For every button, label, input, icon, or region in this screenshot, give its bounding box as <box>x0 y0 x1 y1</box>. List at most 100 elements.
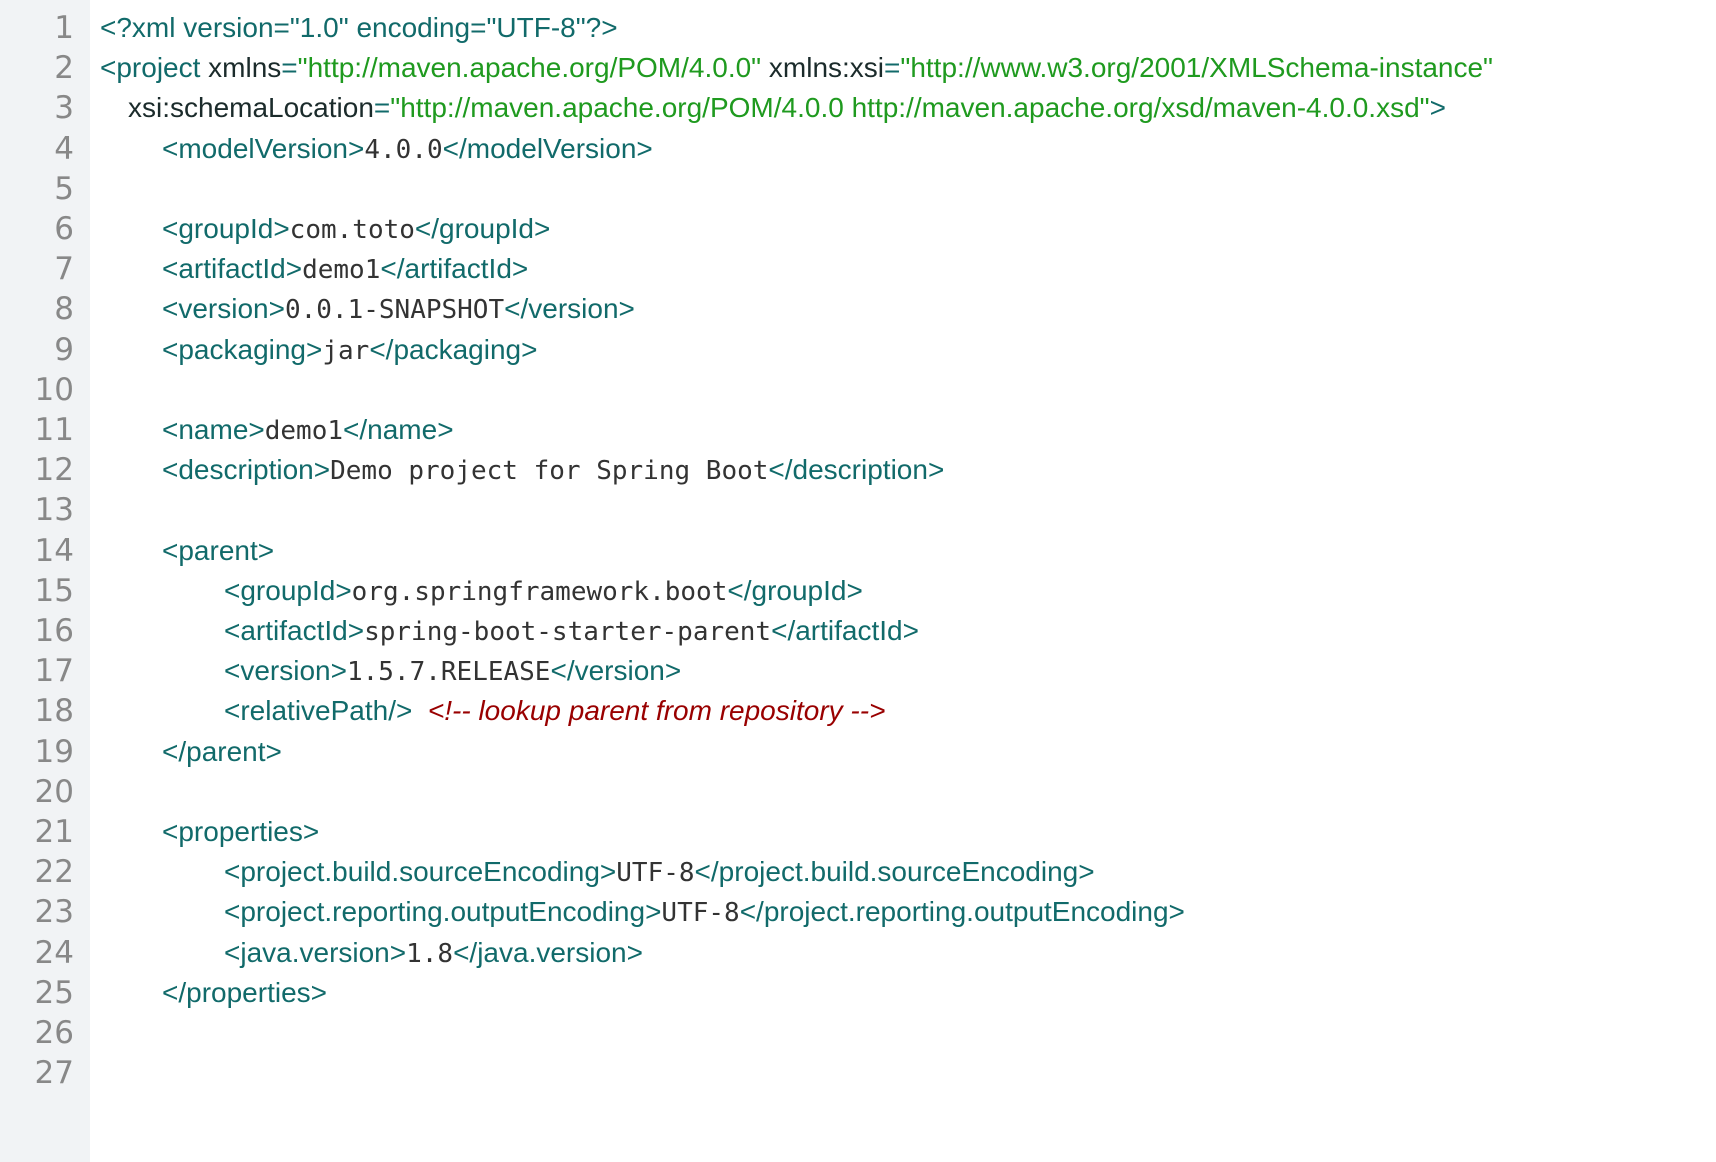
line-number: 8 <box>54 291 74 328</box>
code-token: </version> <box>550 655 682 687</box>
code-token: <properties> <box>162 816 320 847</box>
code-text: <java.version>1.8</java.version> <box>224 931 643 976</box>
code-token: xsi:schemaLocation <box>128 92 374 124</box>
code-token: <groupId> <box>162 213 290 244</box>
code-token: </packaging> <box>369 333 538 365</box>
code-value: 4.0.0 <box>364 134 443 165</box>
code-value: UTF-8 <box>661 898 740 929</box>
code-text: xsi:schemaLocation="http://maven.apache.… <box>128 86 1446 130</box>
code-line: 17 <version>1.5.7.RELEASE</version> <box>0 649 1716 693</box>
code-token: </version> <box>504 293 635 325</box>
code-line: 22 <project.build.sourceEncoding>UTF-8</p… <box>0 850 1716 894</box>
code-line: 25 </properties> <box>0 971 1716 1015</box>
code-text: <artifactId>demo1</artifactId> <box>162 247 528 292</box>
code-line: 19 </parent> <box>0 730 1716 774</box>
line-number: 19 <box>34 733 74 770</box>
code-value: jar <box>322 335 370 366</box>
line-number: 26 <box>34 1015 74 1051</box>
code-line: 14 <parent> <box>0 529 1716 573</box>
code-text: <description>Demo project for Spring Boo… <box>162 448 944 493</box>
code-token: xmlns:xsi <box>761 52 885 84</box>
line-number: 14 <box>34 532 74 569</box>
code-line: 2 <project xmlns="http://maven.apache.org… <box>0 46 1716 90</box>
code-line: 24 <java.version>1.8</java.version> <box>0 931 1716 975</box>
code-value: 1.5.7.RELEASE <box>346 657 551 688</box>
code-line: 21 <properties> <box>0 810 1716 854</box>
line-number: 6 <box>54 211 74 247</box>
code-token: </groupId> <box>727 574 863 606</box>
code-value: org.springframework.boot <box>351 576 728 607</box>
code-token: </project.build.sourceEncoding> <box>694 856 1095 888</box>
code-token: <name> <box>162 414 265 445</box>
code-text: <artifactId>spring-boot-starter-parent</… <box>224 609 919 654</box>
code-token: <description> <box>162 454 331 486</box>
line-number: 1 <box>54 10 74 46</box>
line-number: 11 <box>34 412 74 448</box>
code-token: <java.version> <box>224 936 407 968</box>
code-token: </parent> <box>162 735 282 767</box>
code-line: 11 <name>demo1</name> <box>0 408 1716 452</box>
code-line: 4 <modelVersion>4.0.0</modelVersion> <box>0 127 1716 171</box>
code-line: 9 <packaging>jar</packaging> <box>0 328 1716 372</box>
code-line: 12 <description>Demo project for Spring B… <box>0 448 1716 492</box>
code-line: 5 <box>0 167 1716 211</box>
code-token: = <box>884 52 901 84</box>
line-number: 21 <box>34 814 74 850</box>
line-number: 5 <box>54 170 74 207</box>
code-text: </parent> <box>162 730 282 774</box>
code-line: 20 <box>0 770 1716 814</box>
code-value: UTF-8 <box>616 858 695 889</box>
code-token: = <box>373 92 391 124</box>
code-token: </name> <box>343 414 454 445</box>
code-token: </artifactId> <box>771 615 919 646</box>
code-text: <project xmlns="http://maven.apache.org/… <box>100 46 1493 90</box>
code-line: 23 <project.reporting.outputEncoding>UTF-… <box>0 890 1716 934</box>
code-value: demo1 <box>302 255 381 286</box>
code-value: Demo project for Spring Boot <box>330 456 769 487</box>
code-text: <name>demo1</name> <box>162 408 454 453</box>
code-text: <project.reporting.outputEncoding>UTF-8<… <box>224 890 1185 935</box>
code-token: <version> <box>162 293 285 325</box>
code-token: <project <box>100 52 209 84</box>
line-number: 23 <box>34 894 74 931</box>
line-number: 24 <box>34 934 74 971</box>
code-line: 1 <?xml version="1.0" encoding="UTF-8"?> <box>0 6 1716 50</box>
code-line: 18 <relativePath/> <!-- lookup parent fro… <box>0 689 1716 733</box>
code-line: 8 <version>0.0.1-SNAPSHOT</version> <box>0 287 1716 331</box>
code-token: </groupId> <box>414 213 551 244</box>
line-number: 4 <box>54 130 74 167</box>
line-number: 2 <box>54 50 74 87</box>
code-token: </artifactId> <box>380 253 529 285</box>
code-editor[interactable]: 1 <?xml version="1.0" encoding="UTF-8"?> 2… <box>0 0 1716 1162</box>
code-value: demo1 <box>264 416 344 446</box>
code-token: > <box>1429 92 1446 124</box>
code-value: spring-boot-starter-parent <box>364 617 772 647</box>
code-text: <groupId>org.springframework.boot</group… <box>224 569 863 614</box>
code-token: <relativePath/> <box>224 695 413 727</box>
line-number: 7 <box>54 251 74 288</box>
line-number: 16 <box>34 613 74 649</box>
line-number: 12 <box>34 452 74 489</box>
code-string: "http://maven.apache.org/POM/4.0.0" <box>297 52 762 84</box>
code-token: <parent> <box>162 534 275 566</box>
code-token: </modelVersion> <box>442 132 653 164</box>
code-text: <modelVersion>4.0.0</modelVersion> <box>162 127 653 172</box>
code-text: <relativePath/> <!-- lookup parent from … <box>224 689 885 733</box>
code-string: "http://maven.apache.org/POM/4.0.0 http:… <box>390 92 1430 124</box>
line-number: 10 <box>34 371 74 408</box>
code-text: </properties> <box>162 971 327 1015</box>
code-line: 16 <artifactId>spring-boot-starter-parent… <box>0 609 1716 653</box>
code-token: <artifactId> <box>162 253 303 285</box>
code-text: <parent> <box>162 529 274 573</box>
code-token: <?xml version="1.0" encoding="UTF-8"?> <box>100 12 618 43</box>
code-line: 15 <groupId>org.springframework.boot</gro… <box>0 569 1716 613</box>
code-line: 26 <box>0 1011 1716 1055</box>
code-value: 1.8 <box>406 938 454 969</box>
code-token: <groupId> <box>224 574 352 606</box>
code-value: 0.0.1-SNAPSHOT <box>284 295 505 326</box>
code-token: <version> <box>224 655 347 687</box>
code-line: 13 <box>0 488 1716 532</box>
code-text: <version>1.5.7.RELEASE</version> <box>224 649 681 694</box>
line-number: 27 <box>34 1055 74 1092</box>
